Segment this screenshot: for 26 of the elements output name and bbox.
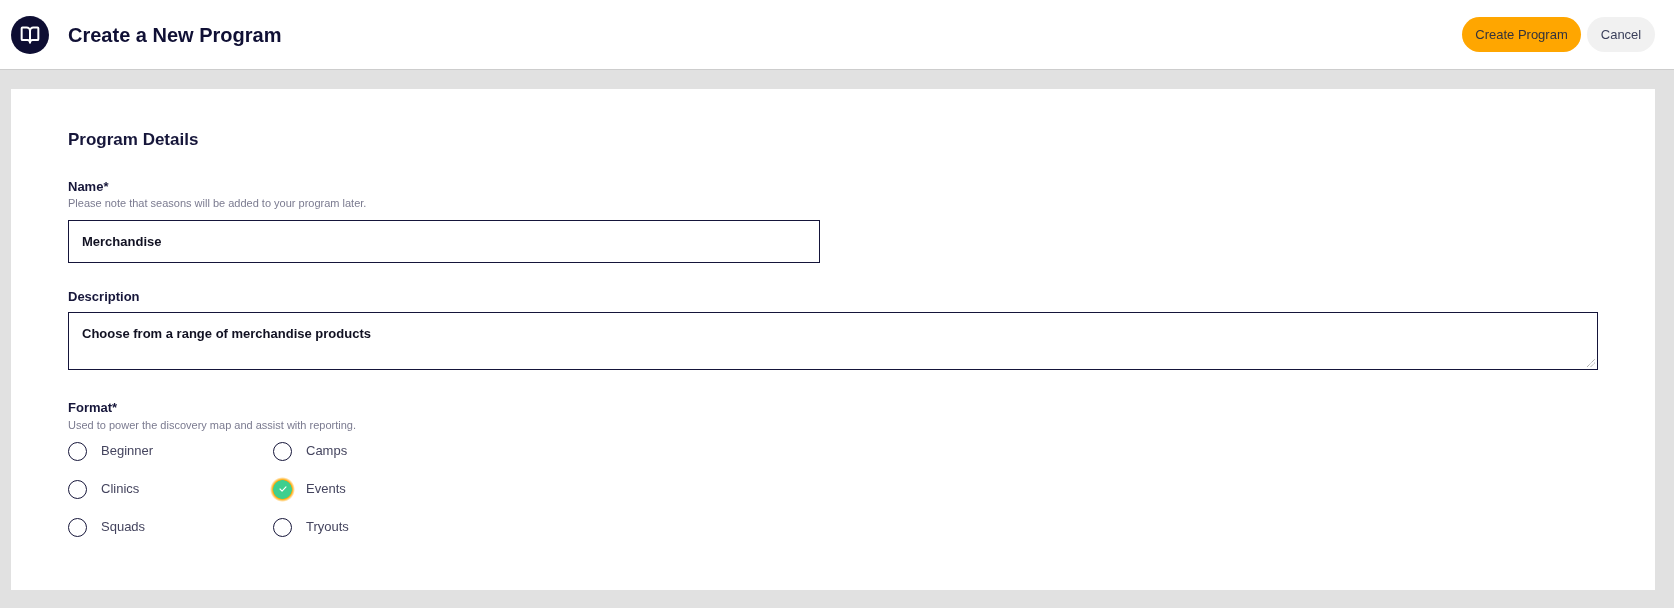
radio-label[interactable]: Squads xyxy=(101,517,146,537)
submit-button[interactable]: Create Program xyxy=(1462,17,1581,52)
section-title: Program Details xyxy=(68,130,200,150)
radio-button[interactable] xyxy=(273,517,292,537)
radio-button[interactable] xyxy=(270,476,295,502)
field-hint: Please note that seasons will be added to your program later. xyxy=(68,196,368,210)
radio-button[interactable] xyxy=(68,517,87,537)
radio-label[interactable]: Beginner xyxy=(101,441,154,461)
field-label: Format* xyxy=(68,400,119,416)
radio-label[interactable]: Camps xyxy=(306,441,348,461)
resize-grip-icon[interactable] xyxy=(1587,359,1595,367)
radio-button[interactable] xyxy=(68,479,87,499)
field-label: Name* xyxy=(68,179,110,195)
textarea-field[interactable]: Choose from a range of merchandise products xyxy=(68,312,1598,370)
field-label: Description xyxy=(68,289,141,305)
radio-label[interactable]: Events xyxy=(306,479,346,499)
check-icon xyxy=(278,486,287,492)
radio-button[interactable] xyxy=(273,441,292,461)
book-icon xyxy=(11,15,49,54)
radio-label[interactable]: Clinics xyxy=(101,479,140,499)
page-title: Create a New Program xyxy=(68,22,282,48)
radio-label[interactable]: Tryouts xyxy=(306,517,349,537)
text-input[interactable]: Merchandise xyxy=(68,220,820,263)
cancel-button[interactable]: Cancel xyxy=(1587,17,1655,52)
radio-button[interactable] xyxy=(68,441,87,461)
field-hint: Used to power the discovery map and assist with reporting. xyxy=(68,418,357,432)
